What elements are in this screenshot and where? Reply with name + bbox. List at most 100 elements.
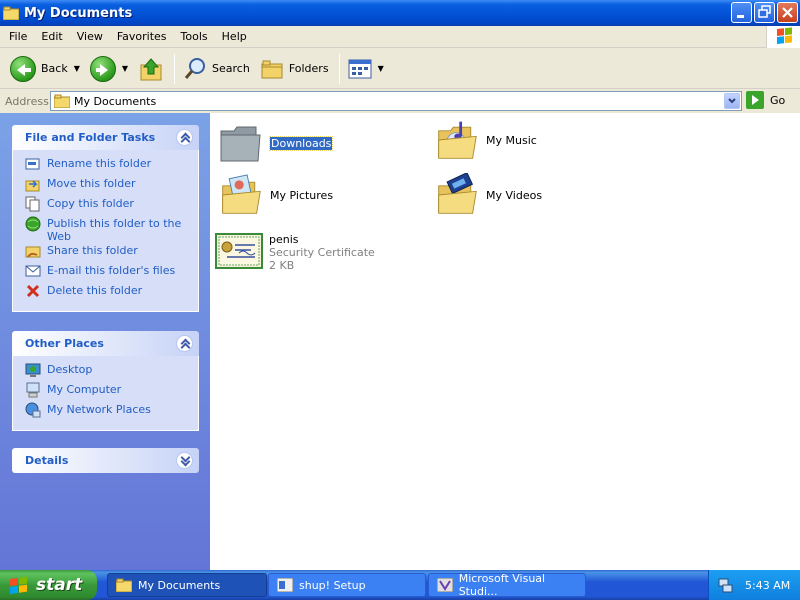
panel-header[interactable]: File and Folder Tasks	[12, 125, 199, 150]
task-move-folder[interactable]: Move this folder	[25, 176, 198, 196]
address-dropdown-icon[interactable]	[724, 93, 740, 109]
task-rename-folder[interactable]: Rename this folder	[25, 156, 198, 176]
panel-title: Details	[25, 454, 69, 467]
file-label: Downloads	[268, 135, 334, 151]
taskbar-item-shup-setup[interactable]: shup! Setup	[268, 573, 426, 597]
panel-header[interactable]: Other Places	[12, 331, 199, 356]
panel-header[interactable]: Details	[12, 448, 199, 473]
views-dropdown-icon[interactable]: ▼	[378, 64, 384, 73]
search-label: Search	[212, 62, 250, 75]
title-bar[interactable]: My Documents	[0, 0, 800, 26]
file-label: My Music	[486, 133, 537, 147]
place-desktop[interactable]: Desktop	[25, 362, 198, 382]
forward-button[interactable]: ▼	[86, 52, 132, 86]
search-button[interactable]: Search	[179, 52, 254, 86]
other-places-panel: Other Places Desktop My Computer My Netw…	[12, 331, 199, 431]
file-item-certificate[interactable]: penis Security Certificate 2 KB	[215, 233, 375, 272]
window-title: My Documents	[24, 5, 133, 21]
file-item-downloads[interactable]: Downloads	[218, 121, 334, 165]
toolbar-separator	[174, 53, 176, 84]
file-view[interactable]: Downloads My Music My Pictures My Videos	[210, 113, 800, 570]
address-value: My Documents	[74, 94, 157, 108]
menu-help[interactable]: Help	[215, 27, 254, 47]
menu-view[interactable]: View	[70, 27, 110, 47]
views-button[interactable]: ▼	[344, 52, 388, 86]
network-tray-icon[interactable]	[717, 577, 733, 593]
forward-arrow-icon	[89, 55, 116, 82]
start-button[interactable]: start	[0, 570, 97, 600]
desktop-icon	[25, 363, 41, 377]
publish-web-icon	[25, 216, 41, 232]
folder-window-icon	[2, 6, 20, 21]
menu-favorites[interactable]: Favorites	[110, 27, 174, 47]
task-delete-folder[interactable]: Delete this folder	[25, 283, 198, 303]
rename-icon	[25, 158, 40, 170]
setup-icon	[277, 578, 293, 592]
taskbar-item-label: shup! Setup	[299, 578, 366, 592]
expand-chevron-icon[interactable]	[176, 452, 193, 469]
pictures-folder-icon	[222, 174, 261, 214]
file-item-my-pictures[interactable]: My Pictures	[218, 173, 333, 217]
back-button[interactable]: Back ▼	[6, 52, 84, 86]
toolbar-separator	[338, 53, 340, 84]
email-icon	[25, 265, 41, 277]
back-dropdown-icon[interactable]: ▼	[74, 64, 80, 73]
folder-icon	[54, 94, 70, 108]
minimize-button[interactable]	[731, 2, 752, 23]
file-label: penis	[269, 233, 299, 246]
file-label: My Videos	[486, 188, 543, 202]
place-my-computer[interactable]: My Computer	[25, 382, 198, 402]
system-tray: 5:43 AM	[708, 570, 800, 600]
task-share-folder[interactable]: Share this folder	[25, 243, 198, 263]
toolbar: Back ▼ ▼ Search Folders ▼	[0, 49, 800, 89]
go-arrow-icon	[746, 91, 764, 109]
up-folder-icon	[140, 57, 162, 80]
maximize-button[interactable]	[754, 2, 775, 23]
details-panel: Details	[12, 448, 199, 473]
visual-studio-icon	[437, 578, 453, 592]
taskbar-item-label: My Documents	[138, 578, 221, 592]
copy-icon	[25, 196, 40, 212]
file-type: Security Certificate	[269, 246, 375, 259]
windows-flag-icon	[10, 576, 27, 594]
go-button[interactable]: Go	[746, 91, 785, 109]
task-copy-folder[interactable]: Copy this folder	[25, 196, 198, 216]
menu-bar: File Edit View Favorites Tools Help	[0, 26, 800, 48]
collapse-chevron-icon[interactable]	[176, 335, 193, 352]
folder-icon	[116, 578, 132, 592]
task-pane: File and Folder Tasks Rename this folder…	[0, 113, 210, 570]
close-button[interactable]	[777, 2, 798, 23]
menu-file[interactable]: File	[2, 27, 34, 47]
file-item-my-videos[interactable]: My Videos	[434, 173, 542, 217]
taskbar-item-visual-studio[interactable]: Microsoft Visual Studi...	[428, 572, 586, 598]
panel-title: File and Folder Tasks	[25, 131, 156, 144]
start-label: start	[36, 575, 83, 595]
task-email-files[interactable]: E-mail this folder's files	[25, 263, 198, 283]
certificate-details: penis Security Certificate 2 KB	[269, 233, 375, 272]
file-item-my-music[interactable]: My Music	[434, 118, 537, 162]
menu-edit[interactable]: Edit	[34, 27, 69, 47]
collapse-chevron-icon[interactable]	[176, 129, 193, 146]
clock[interactable]: 5:43 AM	[745, 579, 790, 592]
search-icon	[184, 57, 206, 79]
certificate-icon	[215, 233, 263, 269]
address-label: Address	[5, 94, 49, 108]
panel-title: Other Places	[25, 337, 104, 350]
place-my-network[interactable]: My Network Places	[25, 402, 198, 422]
taskbar-item-my-documents[interactable]: My Documents	[107, 573, 267, 597]
views-icon	[348, 59, 372, 78]
share-icon	[25, 246, 41, 258]
address-input[interactable]: My Documents	[50, 91, 742, 111]
music-folder-icon	[438, 121, 477, 159]
move-icon	[25, 180, 40, 192]
panel-body: Desktop My Computer My Network Places	[12, 356, 199, 431]
forward-dropdown-icon[interactable]: ▼	[122, 64, 128, 73]
folders-label: Folders	[288, 62, 329, 75]
up-folder-button[interactable]	[134, 52, 168, 86]
taskbar-item-label: Microsoft Visual Studi...	[458, 572, 546, 598]
task-publish-web[interactable]: Publish this folder to the Web	[25, 216, 198, 243]
folders-button[interactable]: Folders	[256, 52, 333, 86]
menu-tools[interactable]: Tools	[174, 27, 215, 47]
file-folder-tasks-panel: File and Folder Tasks Rename this folder…	[12, 125, 199, 312]
file-label: My Pictures	[270, 188, 334, 202]
